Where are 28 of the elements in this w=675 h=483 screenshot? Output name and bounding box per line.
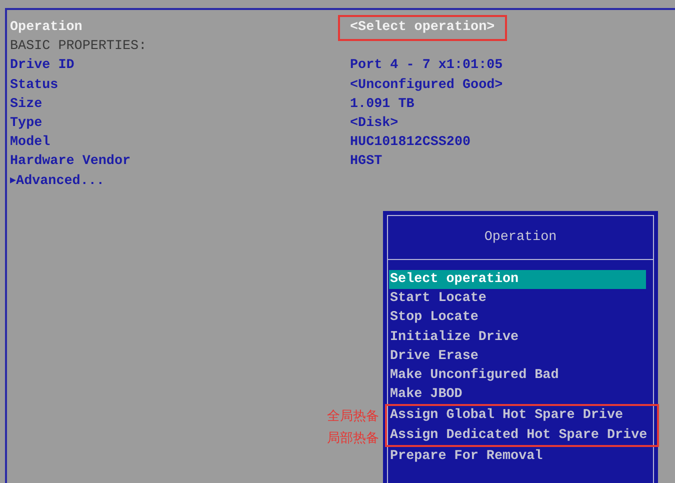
property-label: Drive ID	[10, 57, 76, 76]
property-label: Status	[10, 76, 60, 95]
annotation-note: 全局热备	[327, 408, 379, 426]
popup-title: Operation	[388, 216, 653, 260]
menu-item[interactable]: Make Unconfigured Bad	[389, 366, 652, 386]
expand-arrow-icon: ▶	[10, 172, 16, 191]
property-label: Type	[10, 114, 44, 133]
menu-item[interactable]: Start Locate	[389, 289, 652, 308]
property-label: Model	[10, 134, 52, 152]
menu-item[interactable]: Drive Erase	[389, 346, 652, 366]
menu-item[interactable]: Initialize Drive	[389, 328, 652, 347]
property-label: Size	[10, 96, 44, 114]
menu-item[interactable]: Stop Locate	[389, 308, 652, 328]
property-value: 1.091 TB	[350, 96, 414, 114]
menu-item[interactable]: Assign Global Hot Spare Drive	[389, 406, 657, 426]
property-value: Port 4 - 7 x1:01:05	[350, 57, 503, 76]
property-value: HGST	[350, 153, 382, 172]
section-title: BASIC PROPERTIES:	[10, 38, 147, 56]
property-value: HUC101812CSS200	[350, 134, 471, 152]
property-value: <Disk>	[350, 114, 398, 133]
annotation-note: 局部热备	[327, 430, 379, 448]
advanced-link[interactable]: Advanced...	[16, 172, 104, 191]
property-label: Hardware Vendor	[10, 153, 132, 172]
menu-item[interactable]: Assign Dedicated Hot Spare Drive	[389, 426, 657, 445]
menu-item[interactable]: Make JBOD	[389, 385, 652, 404]
field-label: Operation	[10, 19, 84, 37]
menu-item[interactable]: Prepare For Removal	[389, 446, 652, 466]
property-value: <Unconfigured Good>	[350, 76, 503, 95]
